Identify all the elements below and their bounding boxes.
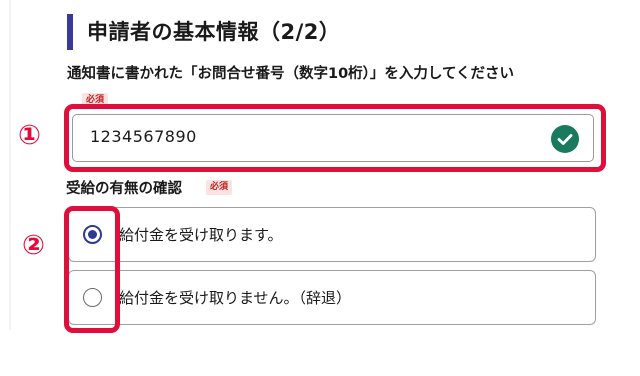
page-left-rule — [9, 0, 11, 330]
annotation-box-2 — [64, 206, 120, 333]
annotation-box-1 — [64, 104, 606, 172]
annotation-marker-2: ② — [22, 230, 45, 261]
option-decline[interactable]: 給付金を受け取りません。（辞退） — [68, 270, 596, 325]
required-badge: 必須 — [206, 180, 233, 195]
option-decline-label: 給付金を受け取りません。（辞退） — [119, 289, 352, 307]
option-receive-label: 給付金を受け取ります。 — [119, 226, 283, 244]
section-accent-bar — [67, 14, 73, 50]
option-receive[interactable]: 給付金を受け取ります。 — [68, 207, 596, 262]
receipt-question-label: 受給の有無の確認 — [66, 181, 182, 197]
inquiry-number-label: 通知書に書かれた「お問合せ番号（数字10桁）」を入力してください — [67, 66, 515, 82]
section-title: 申請者の基本情報（2/2） — [87, 20, 341, 44]
annotation-marker-1: ① — [18, 120, 41, 151]
